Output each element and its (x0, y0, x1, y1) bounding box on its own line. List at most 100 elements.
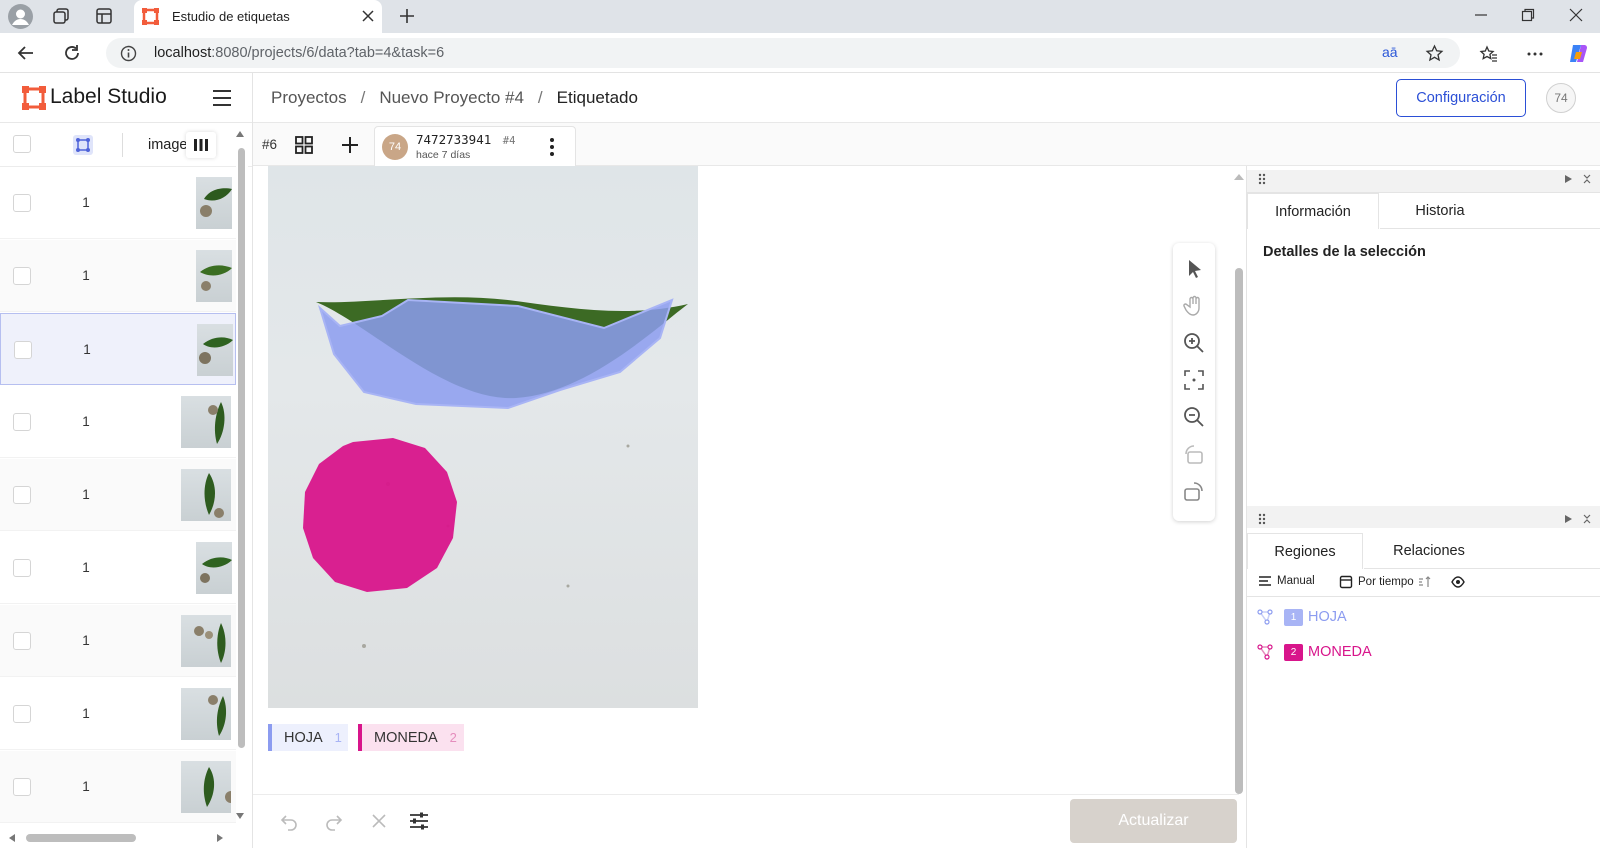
image-column-header[interactable]: image (148, 137, 188, 153)
pan-tool-icon[interactable] (1182, 294, 1206, 318)
columns-toggle-icon[interactable] (186, 132, 216, 158)
url-field[interactable]: localhost:8080/projects/6/data?tab=4&tas… (106, 38, 1460, 68)
task-row[interactable]: 1 (0, 386, 236, 458)
back-icon[interactable] (16, 43, 36, 63)
canvas-scroll-up-icon[interactable] (1233, 173, 1245, 181)
scroll-up-icon[interactable] (235, 130, 245, 138)
browser-tab-active[interactable]: Estudio de etiquetas (134, 0, 382, 33)
copilot-icon[interactable] (1567, 42, 1590, 65)
region-item-hoja[interactable]: 1 HOJA (1256, 606, 1347, 628)
task-row[interactable]: 1 (0, 605, 236, 677)
info-panel-grip[interactable] (1247, 170, 1600, 192)
task-row[interactable]: 1 (0, 240, 236, 312)
scroll-right-icon[interactable] (216, 833, 224, 843)
reset-icon[interactable] (371, 813, 387, 829)
annotations-column-icon[interactable] (73, 135, 93, 155)
sort-time-label: Por tiempo (1358, 576, 1414, 588)
settings-sliders-icon[interactable] (408, 810, 430, 832)
tab-info[interactable]: Información (1247, 193, 1379, 229)
label-name: MONEDA (374, 729, 438, 746)
annotation-id-value: 7472733941 (416, 132, 492, 147)
label-chip-hoja[interactable]: HOJA 1 (268, 724, 348, 751)
more-menu-icon[interactable] (1525, 44, 1545, 64)
add-annotation-icon[interactable] (340, 135, 360, 155)
sort-manual-control[interactable]: Manual (1258, 575, 1315, 587)
reload-icon[interactable] (62, 43, 82, 63)
row-checkbox[interactable] (14, 341, 32, 359)
redo-icon[interactable] (324, 811, 344, 831)
annotation-menu-icon[interactable] (544, 136, 560, 158)
row-checkbox[interactable] (13, 705, 31, 723)
restore-icon[interactable] (1521, 8, 1535, 22)
canvas-scrollbar-thumb[interactable] (1235, 268, 1243, 794)
visibility-toggle-icon[interactable] (1451, 576, 1465, 588)
zoom-in-icon[interactable] (1182, 331, 1206, 355)
task-row-selected[interactable]: 1 (0, 313, 236, 385)
annotation-count: 1 (82, 560, 90, 575)
task-row[interactable]: 1 (0, 459, 236, 531)
row-checkbox[interactable] (13, 559, 31, 577)
labeling-image[interactable] (268, 166, 698, 708)
task-row[interactable]: 1 (0, 751, 236, 823)
panel-collapse-icon[interactable] (1563, 514, 1573, 524)
row-checkbox[interactable] (13, 632, 31, 650)
tab-regions[interactable]: Regiones (1247, 533, 1363, 569)
region-item-moneda[interactable]: 2 MONEDA (1256, 641, 1372, 663)
new-tab-icon[interactable] (398, 7, 416, 25)
panel-minimize-icon[interactable] (1582, 513, 1592, 525)
panel-collapse-icon[interactable] (1563, 174, 1573, 184)
row-checkbox[interactable] (13, 486, 31, 504)
task-list-scrollbar-thumb[interactable] (238, 148, 245, 748)
image-thumbnail (196, 250, 232, 302)
task-row[interactable]: 1 (0, 167, 236, 239)
favorites-icon[interactable] (1479, 44, 1499, 64)
horizontal-scrollbar-thumb[interactable] (26, 834, 136, 842)
settings-button[interactable]: Configuración (1396, 79, 1526, 117)
row-checkbox[interactable] (13, 778, 31, 796)
label-chip-moneda[interactable]: MONEDA 2 (358, 724, 464, 751)
select-all-checkbox[interactable] (13, 135, 31, 153)
breadcrumb-separator: / (537, 88, 543, 107)
zoom-out-icon[interactable] (1182, 405, 1206, 429)
update-button[interactable]: Actualizar (1070, 799, 1237, 843)
vertical-tabs-icon[interactable] (94, 6, 114, 26)
select-tool-icon[interactable] (1182, 257, 1206, 281)
drag-handle-icon[interactable] (1258, 513, 1266, 525)
sort-time-control[interactable]: Por tiempo (1339, 575, 1432, 589)
row-checkbox[interactable] (13, 267, 31, 285)
close-window-icon[interactable] (1569, 8, 1583, 22)
favorite-star-icon[interactable] (1425, 44, 1444, 63)
row-checkbox[interactable] (13, 194, 31, 212)
profile-icon[interactable] (8, 4, 33, 29)
close-tab-icon[interactable] (361, 9, 375, 23)
breadcrumb-project[interactable]: Nuevo Proyecto #4 (379, 88, 524, 108)
grid-view-icon[interactable] (294, 135, 314, 155)
undo-icon[interactable] (279, 811, 299, 831)
scroll-down-icon[interactable] (235, 812, 245, 820)
site-info-icon[interactable] (120, 45, 137, 62)
moneda-region-polygon[interactable] (303, 438, 457, 592)
breadcrumb-projects[interactable]: Proyectos (271, 88, 347, 108)
rotate-right-icon[interactable] (1182, 479, 1206, 503)
fit-to-screen-icon[interactable] (1182, 368, 1206, 392)
url-path: :8080/projects/6/data?tab=4&task=6 (211, 45, 445, 61)
tab-underline (1380, 228, 1600, 229)
regions-panel-grip[interactable] (1247, 506, 1600, 528)
tab-relations[interactable]: Relaciones (1364, 533, 1494, 569)
scroll-left-icon[interactable] (8, 833, 16, 843)
rotate-left-icon[interactable] (1182, 442, 1206, 466)
user-avatar[interactable]: 74 (1546, 83, 1576, 113)
drag-handle-icon[interactable] (1258, 173, 1266, 185)
tab-history[interactable]: Historia (1380, 193, 1500, 229)
collections-icon[interactable] (51, 6, 71, 26)
label-studio-logo-icon[interactable] (22, 86, 46, 110)
sort-direction-icon[interactable] (1418, 575, 1432, 589)
hamburger-menu-icon[interactable] (211, 87, 233, 109)
panel-minimize-icon[interactable] (1582, 173, 1592, 185)
row-checkbox[interactable] (13, 413, 31, 431)
translate-icon[interactable]: aā (1382, 44, 1398, 60)
minimize-icon[interactable] (1474, 8, 1488, 22)
task-row[interactable]: 1 (0, 532, 236, 604)
task-row[interactable]: 1 (0, 678, 236, 750)
app-logo-text[interactable]: Label Studio (50, 85, 167, 109)
